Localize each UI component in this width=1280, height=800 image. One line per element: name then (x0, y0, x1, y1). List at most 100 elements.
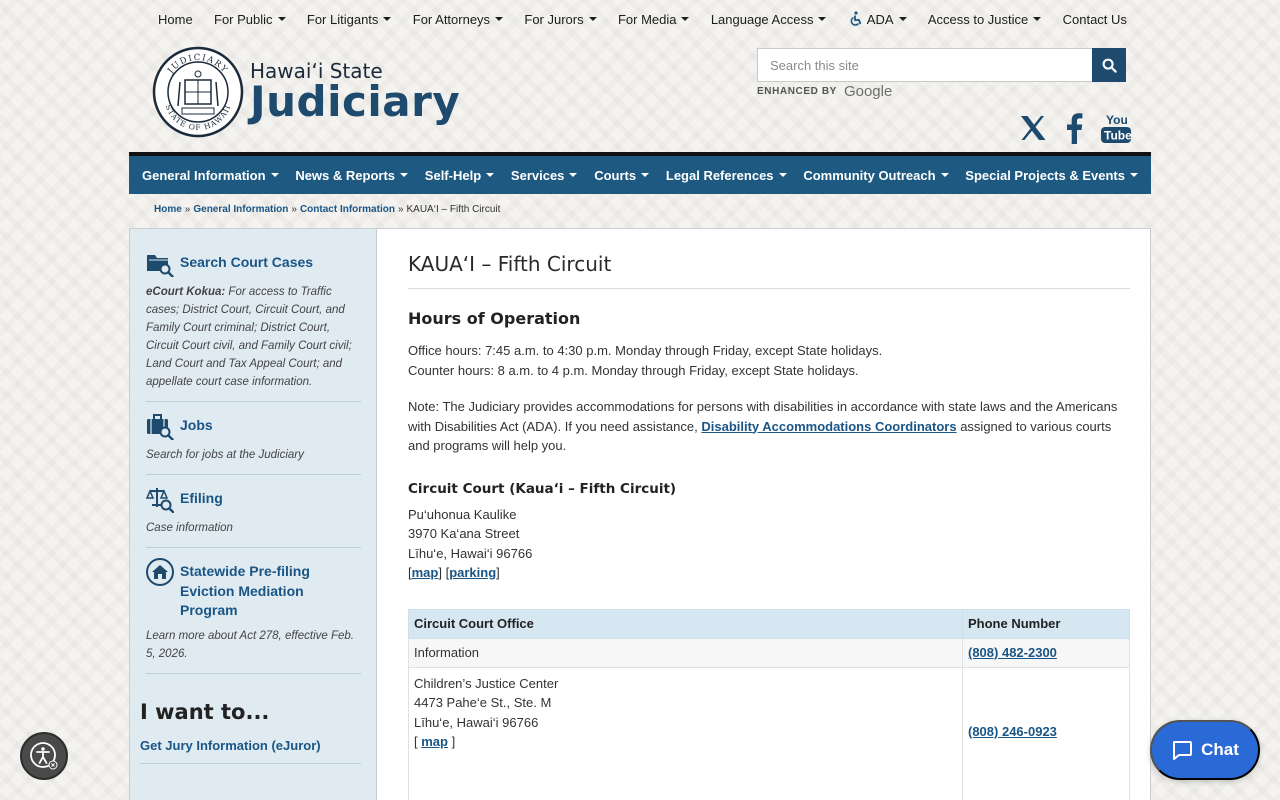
parking-link[interactable]: parking (449, 565, 496, 580)
youtube-link[interactable]: You Tube (1100, 112, 1132, 144)
caret-down-icon (641, 173, 650, 177)
jobs-link[interactable]: Jobs (180, 416, 213, 436)
topnav-ada[interactable]: ADA (848, 11, 907, 27)
caret-down-icon (588, 17, 597, 21)
topnav-label: Access to Justice (927, 11, 1029, 27)
breadcrumb-current: KAUA‘I – Fifth Circuit (406, 204, 501, 215)
office-hours: Office hours: 7:45 a.m. to 4:30 p.m. Mon… (408, 343, 883, 358)
folder-search-icon (147, 255, 174, 277)
topnav-label: For Jurors (524, 11, 584, 27)
office-cell: Information (408, 637, 963, 668)
topnav-for-media[interactable]: For Media (618, 12, 690, 27)
table-row: Information (808) 482-2300 (408, 637, 1130, 668)
x-icon (1021, 116, 1046, 140)
topnav-for-public[interactable]: For Public (214, 12, 286, 27)
caret-down-icon (940, 173, 949, 177)
enhanced-by-label: ENHANCED BY (757, 86, 837, 97)
column-header-phone: Phone Number (962, 608, 1130, 639)
ada-note: Note: The Judiciary provides accommodati… (408, 397, 1130, 456)
mainnav-label: Special Projects & Events (965, 167, 1125, 183)
facebook-link[interactable] (1064, 112, 1084, 144)
mainnav-general-information[interactable]: General Information (142, 168, 279, 183)
caret-down-icon (898, 17, 907, 21)
breadcrumb-home[interactable]: Home (154, 204, 182, 215)
caret-down-icon (486, 173, 495, 177)
counter-hours: Counter hours: 8 a.m. to 4 p.m. Monday t… (408, 362, 859, 378)
site-logo[interactable]: JUDICIARY STATE OF HAWAII Hawai‘i State … (152, 46, 460, 138)
phone-link[interactable]: (808) 246-0923 (968, 724, 1057, 739)
mainnav-label: Legal References (665, 167, 774, 183)
mainnav-services[interactable]: Services (511, 168, 578, 183)
mainnav-label: Courts (594, 167, 637, 183)
mainnav-label: Self-Help (424, 167, 482, 183)
topnav-language-access[interactable]: Language Access (711, 12, 827, 27)
accessibility-button[interactable] (20, 732, 68, 780)
search-input[interactable] (757, 48, 1092, 82)
search-court-cases-link[interactable]: Search Court Cases (180, 253, 313, 273)
caret-down-icon (818, 17, 827, 21)
breadcrumb: Home» General Information» Contact Informa… (154, 204, 500, 215)
topnav-for-jurors[interactable]: For Jurors (524, 11, 597, 27)
hours-heading: Hours of Operation (408, 309, 581, 328)
sidebar-efiling: Efiling Case information (146, 488, 361, 548)
search-court-cases-desc: eCourt Kokua: For access to Traffic case… (146, 283, 361, 391)
mainnav-news-reports[interactable]: News & Reports (295, 168, 409, 183)
chat-bubble-icon (1173, 741, 1193, 760)
x-link[interactable] (1018, 113, 1048, 143)
efiling-link[interactable]: Efiling (180, 489, 223, 509)
chat-label: Chat (1201, 740, 1239, 759)
sidebar: Search Court Cases eCourt Kokua: For acc… (130, 229, 377, 800)
office-map-links: [ map ] (414, 734, 456, 749)
eviction-mediation-link[interactable]: Statewide Pre-filing Eviction Mediation … (180, 562, 361, 621)
topnav-for-litigants[interactable]: For Litigants (307, 12, 392, 27)
youtube-icon: You Tube (1101, 113, 1132, 143)
phone-link[interactable]: (808) 482-2300 (968, 645, 1057, 660)
caret-down-icon (277, 17, 286, 21)
mainnav-special-projects[interactable]: Special Projects & Events (965, 168, 1138, 183)
phone-cell: (808) 246-0923 (962, 666, 1130, 800)
mainnav-community-outreach[interactable]: Community Outreach (803, 167, 949, 183)
mainnav-self-help[interactable]: Self-Help (424, 167, 495, 183)
topnav-contact-us[interactable]: Contact Us (1063, 12, 1127, 27)
topnav-home[interactable]: Home (158, 12, 193, 27)
mainnav-courts[interactable]: Courts (594, 167, 650, 183)
breadcrumb-separator: » (184, 204, 191, 215)
search-court-cases-text: For access to Traffic cases; District Co… (146, 286, 352, 388)
topnav-label: Home (158, 11, 193, 27)
page-title: KAUA‘I – Fifth Circuit (408, 252, 1130, 289)
topnav-access-to-justice[interactable]: Access to Justice (927, 11, 1042, 27)
map-link[interactable]: map (421, 734, 448, 749)
logo-judiciary-text: Judiciary (250, 77, 461, 126)
caret-down-icon (1033, 17, 1042, 21)
map-link[interactable]: map (412, 565, 439, 580)
svg-text:Tube: Tube (1104, 129, 1132, 143)
mainnav-legal-references[interactable]: Legal References (666, 168, 787, 183)
office-line: Children’s Justice Center (414, 675, 559, 691)
caret-down-icon (400, 173, 409, 177)
jury-information-link[interactable]: Get Jury Information (eJuror) (140, 738, 361, 764)
main-content: KAUA‘I – Fifth Circuit Hours of Operatio… (408, 229, 1130, 800)
topnav-for-attorneys[interactable]: For Attorneys (413, 12, 504, 27)
topnav-label: For Public (214, 11, 273, 27)
accessibility-icon (30, 742, 58, 770)
breadcrumb-general-information[interactable]: General Information (193, 204, 288, 215)
mainnav-label: Community Outreach (803, 167, 936, 183)
column-header-office: Circuit Court Office (408, 608, 963, 639)
caret-down-icon (681, 17, 690, 21)
disability-coordinators-link[interactable]: Disability Accommodations Coordinators (701, 419, 956, 434)
search-button[interactable] (1092, 48, 1126, 82)
wheelchair-icon (850, 11, 862, 26)
enhanced-by-google: ENHANCED BY Google (757, 83, 892, 100)
topnav-label: Contact Us (1062, 11, 1127, 27)
caret-down-icon (569, 173, 578, 177)
breadcrumb-contact-information[interactable]: Contact Information (300, 204, 395, 215)
topnav-label: For Media (617, 11, 677, 27)
topnav-label: Language Access (710, 11, 814, 27)
office-cell: Children’s Justice Center 4473 Pahe‘e St… (408, 666, 963, 800)
office-line: 4473 Pahe‘e St., Ste. M (414, 695, 552, 710)
ecourt-kokua-label: eCourt Kokua: (146, 286, 226, 298)
caret-down-icon (383, 17, 392, 21)
circuit-court-heading: Circuit Court (Kaua‘i – Fifth Circuit) (408, 480, 677, 497)
circuit-court-table: Circuit Court Office Phone Number Inform… (408, 608, 1130, 800)
chat-button[interactable]: Chat (1150, 720, 1260, 780)
